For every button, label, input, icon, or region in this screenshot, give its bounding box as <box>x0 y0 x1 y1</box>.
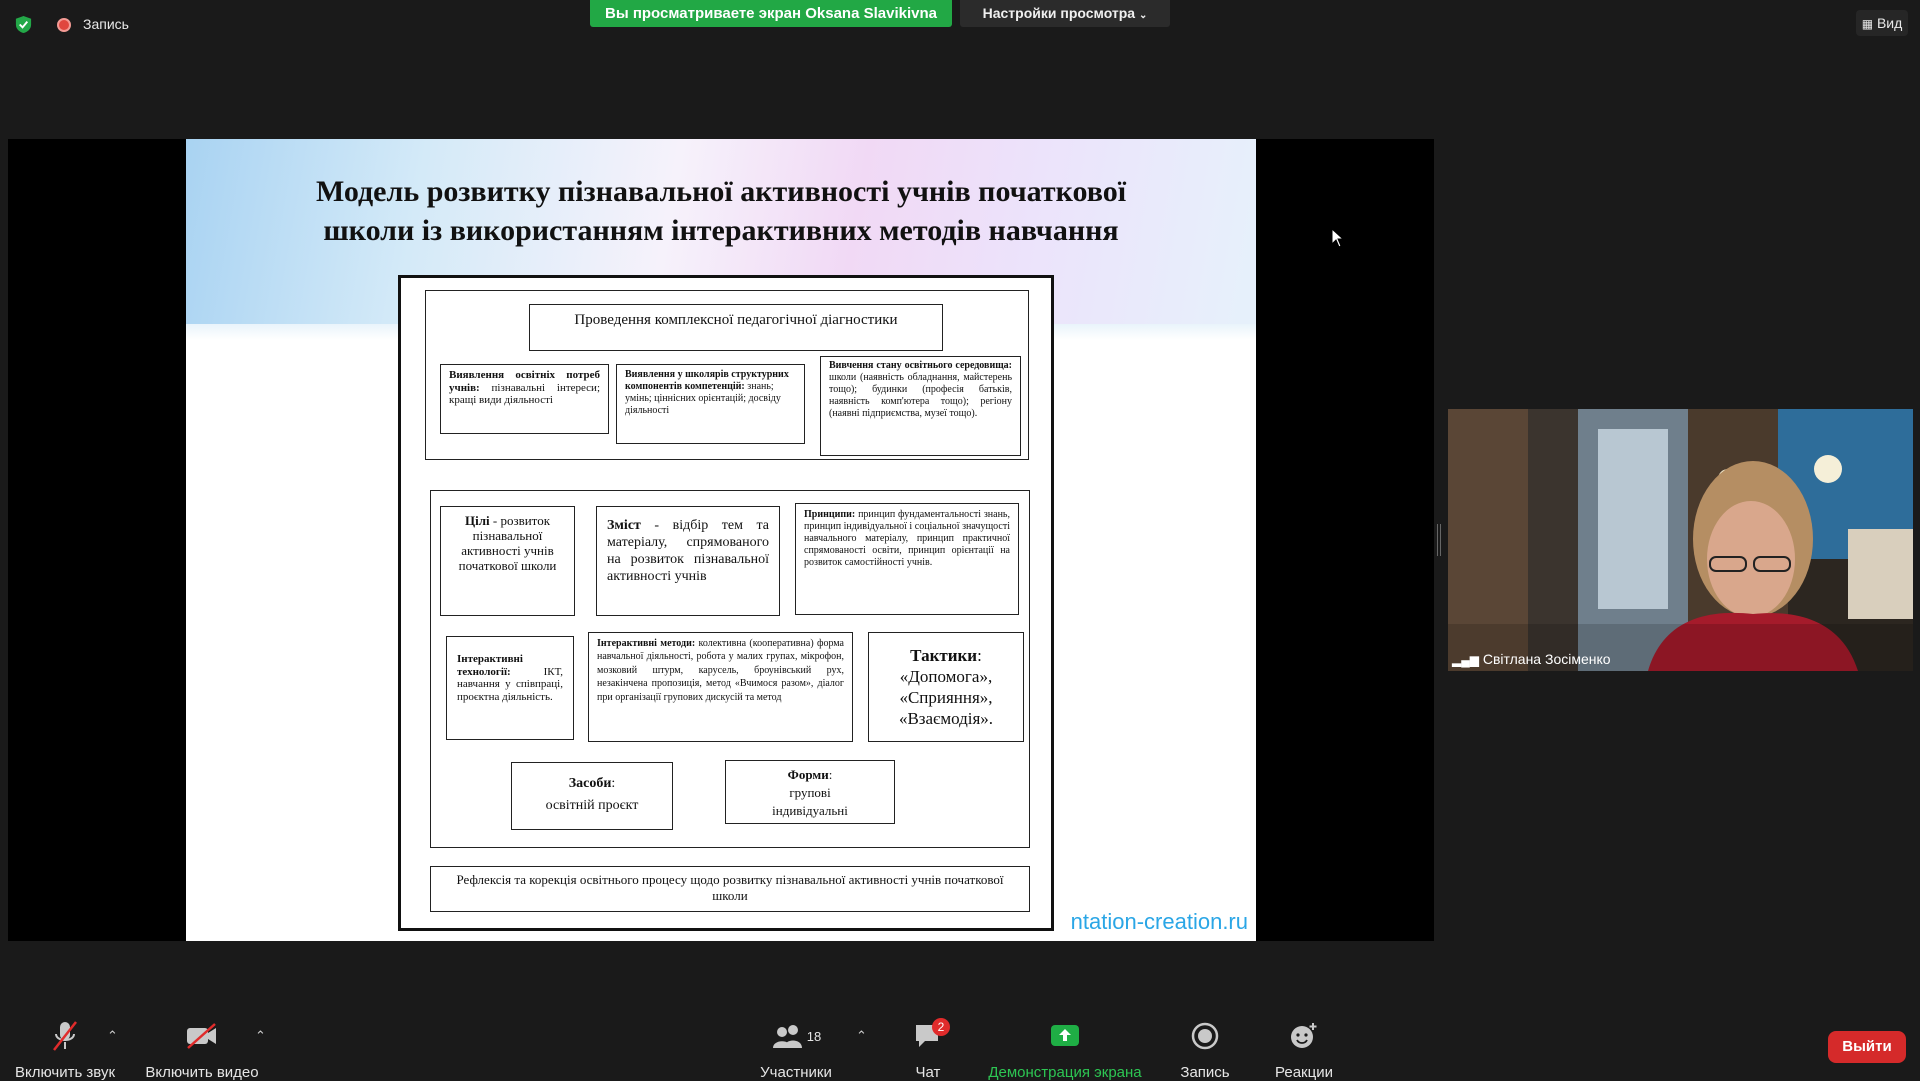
needs-box: Виявлення освітніх потреб учнів: пізнава… <box>440 364 609 434</box>
top-bar: Запись Вы просматриваете экран Oksana Sl… <box>0 0 1920 50</box>
start-video-button[interactable]: Включить видео <box>140 1018 264 1081</box>
leave-meeting-button[interactable]: Выйти <box>1828 1031 1906 1063</box>
methods-box: Інтерактивні методи: колективна (коопера… <box>588 632 853 742</box>
bottom-toolbar <box>0 1000 1920 1080</box>
chevron-down-icon: ⌄ <box>1138 10 1148 21</box>
recording-label: Запись <box>83 16 129 32</box>
goals-box: Цілі - розвиток пізнавальної активності … <box>440 506 575 616</box>
signal-strength-icon: ▂▄▆ <box>1452 653 1479 667</box>
view-button-label: Вид <box>1876 15 1903 31</box>
content-box: Зміст - відбір тем та матеріалу, спрямов… <box>596 506 780 616</box>
view-settings-label: Настройки просмотра <box>982 5 1136 21</box>
presentation-slide: Модель розвитку пізнавальної активності … <box>186 139 1256 941</box>
reflection-box: Рефлексія та корекція освітнього процесу… <box>430 866 1030 912</box>
participant-name-label: ▂▄▆ Світлана Зосіменко <box>1452 651 1611 667</box>
video-off-icon <box>187 1023 216 1049</box>
components-box: Виявлення у школярів структурних компоне… <box>616 364 805 444</box>
panel-resize-handle[interactable] <box>1437 524 1441 556</box>
principles-box: Принципи: принцип фундаментальності знан… <box>795 503 1019 615</box>
grid-icon: ▦ <box>1861 17 1874 31</box>
share-screen-icon <box>1051 1025 1079 1046</box>
environment-box: Вивчення стану освітнього середовища: шк… <box>820 356 1021 456</box>
participants-button[interactable]: 18 Участники <box>750 1018 842 1081</box>
site-watermark: ntation-creation.ru <box>1070 909 1248 934</box>
viewing-screen-banner: Вы просматриваете экран Oksana Slavikivn… <box>590 0 952 27</box>
participants-icon <box>772 1025 802 1048</box>
forms-box: Форми: групові індивідуальні <box>725 760 895 824</box>
chat-button[interactable]: 2 Чат <box>900 1018 956 1081</box>
participant-video-tile[interactable] <box>1448 409 1913 671</box>
record-icon <box>1191 1022 1219 1050</box>
mouse-cursor-icon <box>1331 228 1345 248</box>
record-button[interactable]: Запись <box>1175 1018 1235 1081</box>
means-box: Засоби: освітній проєкт <box>511 762 673 830</box>
technologies-box: Інтерактивні технології: ІКТ, навчання у… <box>446 636 574 740</box>
recording-icon <box>57 18 71 32</box>
view-button[interactable]: ▦ Вид <box>1856 10 1908 36</box>
reactions-button[interactable]: Реакции <box>1268 1018 1340 1081</box>
slide-title: Модель розвитку пізнавальної активності … <box>315 175 1127 247</box>
share-screen-button[interactable]: Демонстрация экрана <box>985 1018 1145 1081</box>
model-diagram: Проведення комплексної педагогічної діаг… <box>398 275 1054 931</box>
participant-video-image <box>1448 409 1913 671</box>
participants-count: 18 <box>806 1028 822 1044</box>
audio-options-chevron-icon[interactable]: ⌃ <box>107 1028 118 1044</box>
muted-microphone-icon <box>53 1021 77 1051</box>
chat-unread-badge: 2 <box>932 1018 950 1036</box>
tactics-box: Тактики: «Допомога», «Сприяння», «Взаємо… <box>868 632 1024 742</box>
view-settings-button[interactable]: Настройки просмотра ⌄ <box>960 0 1170 27</box>
shield-icon[interactable] <box>14 15 33 34</box>
participants-options-chevron-icon[interactable]: ⌃ <box>856 1028 867 1044</box>
unmute-button[interactable]: Включить звук <box>10 1018 120 1081</box>
smiley-plus-icon <box>1291 1023 1317 1048</box>
diagnostics-title-box: Проведення комплексної педагогічної діаг… <box>529 304 943 351</box>
video-options-chevron-icon[interactable]: ⌃ <box>255 1028 266 1044</box>
